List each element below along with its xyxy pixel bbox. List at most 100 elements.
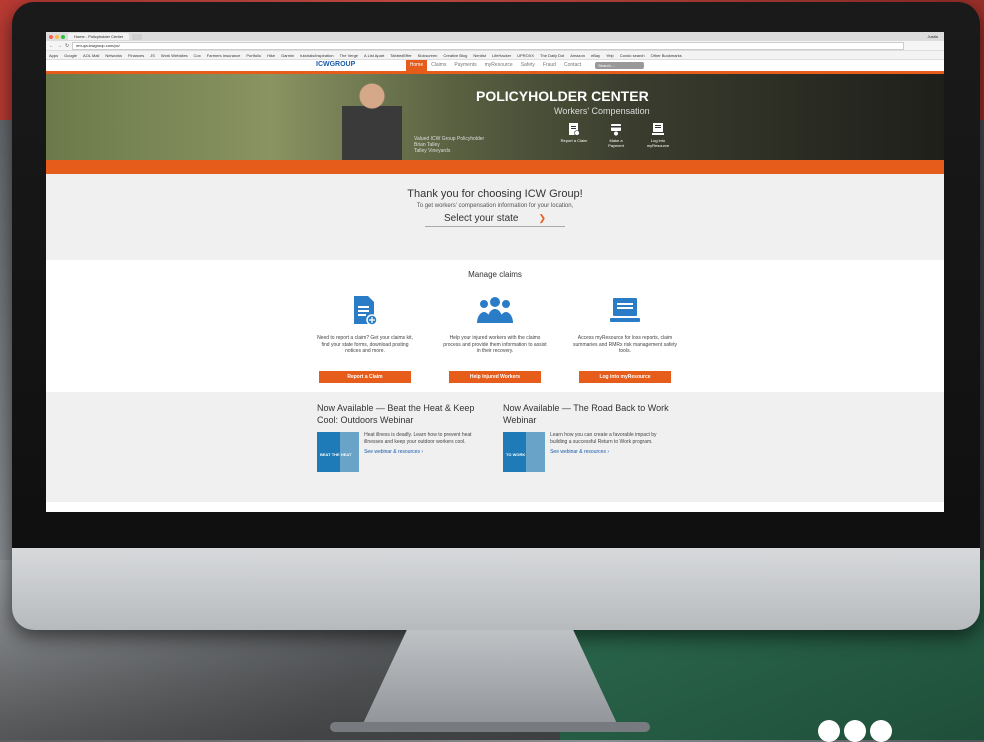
hero-make-payment[interactable]: Make a Payment (602, 122, 630, 148)
help-injured-workers-button[interactable]: Help Injured Workers (449, 371, 541, 383)
hero-action-label: Make a Payment (608, 138, 624, 148)
profile-name[interactable]: Justin (928, 34, 938, 39)
browser-screen: Home - Policyholder Center Justin ← → ↻ … (46, 32, 944, 512)
bookmark-item[interactable]: Farmers Insurance (207, 53, 241, 58)
close-window-button[interactable] (49, 34, 53, 39)
maximize-window-button[interactable] (61, 34, 65, 39)
new-tab-button[interactable] (132, 33, 143, 40)
nav-payments[interactable]: Payments (450, 60, 480, 71)
manage-cards: Need to report a claim? Get your claims … (46, 293, 944, 383)
webinar-back-to-work: Now Available — The Road Back to Work We… (503, 402, 673, 502)
bookmark-item[interactable]: Nerdist (473, 53, 486, 58)
bookmark-item[interactable]: Google (64, 53, 77, 58)
card-text: Access myResource for loss reports, clai… (573, 335, 677, 354)
thumbnail-text: TO WORK (506, 452, 526, 457)
bookmark-item[interactable]: UPROXX (517, 53, 534, 58)
nav-home[interactable]: Home (405, 60, 428, 71)
nav-claims[interactable]: Claims (427, 60, 450, 71)
browser-tab-bar: Home - Policyholder Center Justin (46, 32, 944, 41)
bookmark-item[interactable]: The Daily Dot (540, 53, 564, 58)
thumbnail-text: BEAT THE HEAT (320, 452, 352, 457)
nav-fraud[interactable]: Fraud (539, 60, 560, 71)
webinar-thumbnail[interactable]: TO WORK (503, 432, 546, 472)
bookmark-item[interactable]: JS (150, 53, 155, 58)
hero-action-label: Log into myResource (646, 138, 670, 148)
bookmark-item[interactable]: Finances (128, 53, 144, 58)
log-into-myresource-button[interactable]: Log into myResource (579, 371, 671, 383)
address-bar-row: ← → ↻ em-qa.icwgroup.com/pc/ (46, 41, 944, 51)
bookmark-item[interactable]: TabbedEffer (390, 53, 412, 58)
state-select-label: Select your state (443, 213, 519, 224)
orange-band (46, 160, 944, 174)
chevron-down-icon: ❯ (538, 213, 547, 223)
hero-report-claim[interactable]: Report a Claim (560, 122, 588, 148)
search-input[interactable]: Search ... (595, 62, 645, 69)
thanks-section: Thank you for choosing ICW Group! To get… (46, 174, 944, 260)
bookmark-item[interactable]: Kickscreen (418, 53, 438, 58)
document-icon (354, 296, 378, 326)
bookmark-item[interactable]: The Verge (340, 53, 358, 58)
nav-safety[interactable]: Safety (517, 60, 539, 71)
hero-banner: POLICYHOLDER CENTER Workers' Compensatio… (46, 74, 944, 160)
card-myresource: Access myResource for loss reports, clai… (573, 293, 677, 383)
window-controls (49, 34, 65, 39)
workers-icon (477, 297, 513, 323)
bookmark-item[interactable]: Hike (267, 53, 275, 58)
minimize-window-button[interactable] (55, 34, 59, 39)
bookmark-item[interactable]: tutorials/inspiration (300, 53, 333, 58)
back-icon[interactable]: ← (49, 43, 54, 49)
manage-claims-title: Manage claims (468, 270, 522, 279)
site-navbar: ICWGROUP Home Claims Payments myResource Saf… (46, 60, 944, 74)
webinars-section: Now Available — Beat the Heat & Keep Coo… (46, 392, 944, 502)
bookmark-item[interactable]: Apps (49, 53, 58, 58)
report-claim-button[interactable]: Report a Claim (319, 371, 411, 383)
bookmark-item[interactable]: Garmin (281, 53, 294, 58)
card-text: Need to report a claim? Get your claims … (317, 335, 413, 354)
url-input[interactable]: em-qa.icwgroup.com/pc/ (72, 41, 904, 50)
bookmark-item[interactable]: Cox (194, 53, 201, 58)
laptop-icon (652, 123, 664, 135)
forward-icon[interactable]: → (57, 43, 62, 49)
bookmark-item[interactable]: Creative Blog (443, 53, 467, 58)
monitor-chin (12, 548, 980, 630)
nav-contact[interactable]: Contact (560, 60, 585, 71)
caption-line: Talley Vineyards (414, 148, 451, 154)
webinar-link[interactable]: See webinar & resources › (550, 449, 673, 456)
bookmark-item[interactable]: Portfolio (246, 53, 261, 58)
main-nav: Home Claims Payments myResource Safety Fraud C… (405, 60, 585, 71)
bookmark-item[interactable]: Networks (105, 53, 122, 58)
thanks-subtitle: To get workers' compensation information… (416, 203, 574, 209)
bookmark-item[interactable]: AOL Mail (83, 53, 99, 58)
bookmark-item[interactable]: Amazon (570, 53, 585, 58)
bookmark-item[interactable]: LifeHacker (492, 53, 511, 58)
laptop-icon (610, 298, 640, 322)
bookmark-item[interactable]: A List Apart (364, 53, 384, 58)
bookmark-item[interactable]: Other Bookmarks (651, 53, 682, 58)
manage-claims-section: Manage claims Need to report a claim? Ge… (46, 260, 944, 392)
nav-myresource[interactable]: myResource (481, 60, 517, 71)
hero-login-myresource[interactable]: Log into myResource (644, 122, 672, 148)
card-text: Help your injured workers with the claim… (443, 335, 547, 354)
bookmarks-bar: Apps Google AOL Mail Networks Finances JS Work… (46, 51, 944, 60)
bookmark-item[interactable]: Condo search (620, 53, 645, 58)
icw-logo[interactable]: ICWGROUP (316, 61, 355, 68)
hero-subtitle: Workers' Compensation (554, 106, 650, 116)
bookmark-item[interactable]: Work Websites (161, 53, 188, 58)
claim-icon (569, 123, 580, 136)
webinar-title[interactable]: Now Available — The Road Back to Work We… (503, 402, 673, 426)
thanks-title: Thank you for choosing ICW Group! (407, 188, 583, 200)
card-report-claim: Need to report a claim? Get your claims … (313, 293, 417, 383)
webinar-title[interactable]: Now Available — Beat the Heat & Keep Coo… (317, 402, 487, 426)
webinar-link[interactable]: See webinar & resources › (364, 449, 487, 456)
tab-title: Home - Policyholder Center (74, 34, 124, 39)
state-select[interactable]: Select your state ❯ (425, 213, 565, 227)
bookmark-item[interactable]: Yelp (606, 53, 614, 58)
reload-icon[interactable]: ↻ (65, 43, 69, 49)
card-help-workers: Help your injured workers with the claim… (443, 293, 547, 383)
browser-tab[interactable]: Home - Policyholder Center (68, 33, 130, 40)
hero-actions: Report a Claim Make a Payment Log into m… (560, 122, 672, 148)
webinar-text: Learn how you can create a favorable imp… (550, 432, 657, 445)
policyholder-photo (342, 82, 402, 160)
webinar-thumbnail[interactable]: BEAT THE HEAT (317, 432, 360, 472)
bookmark-item[interactable]: eBay (591, 53, 600, 58)
